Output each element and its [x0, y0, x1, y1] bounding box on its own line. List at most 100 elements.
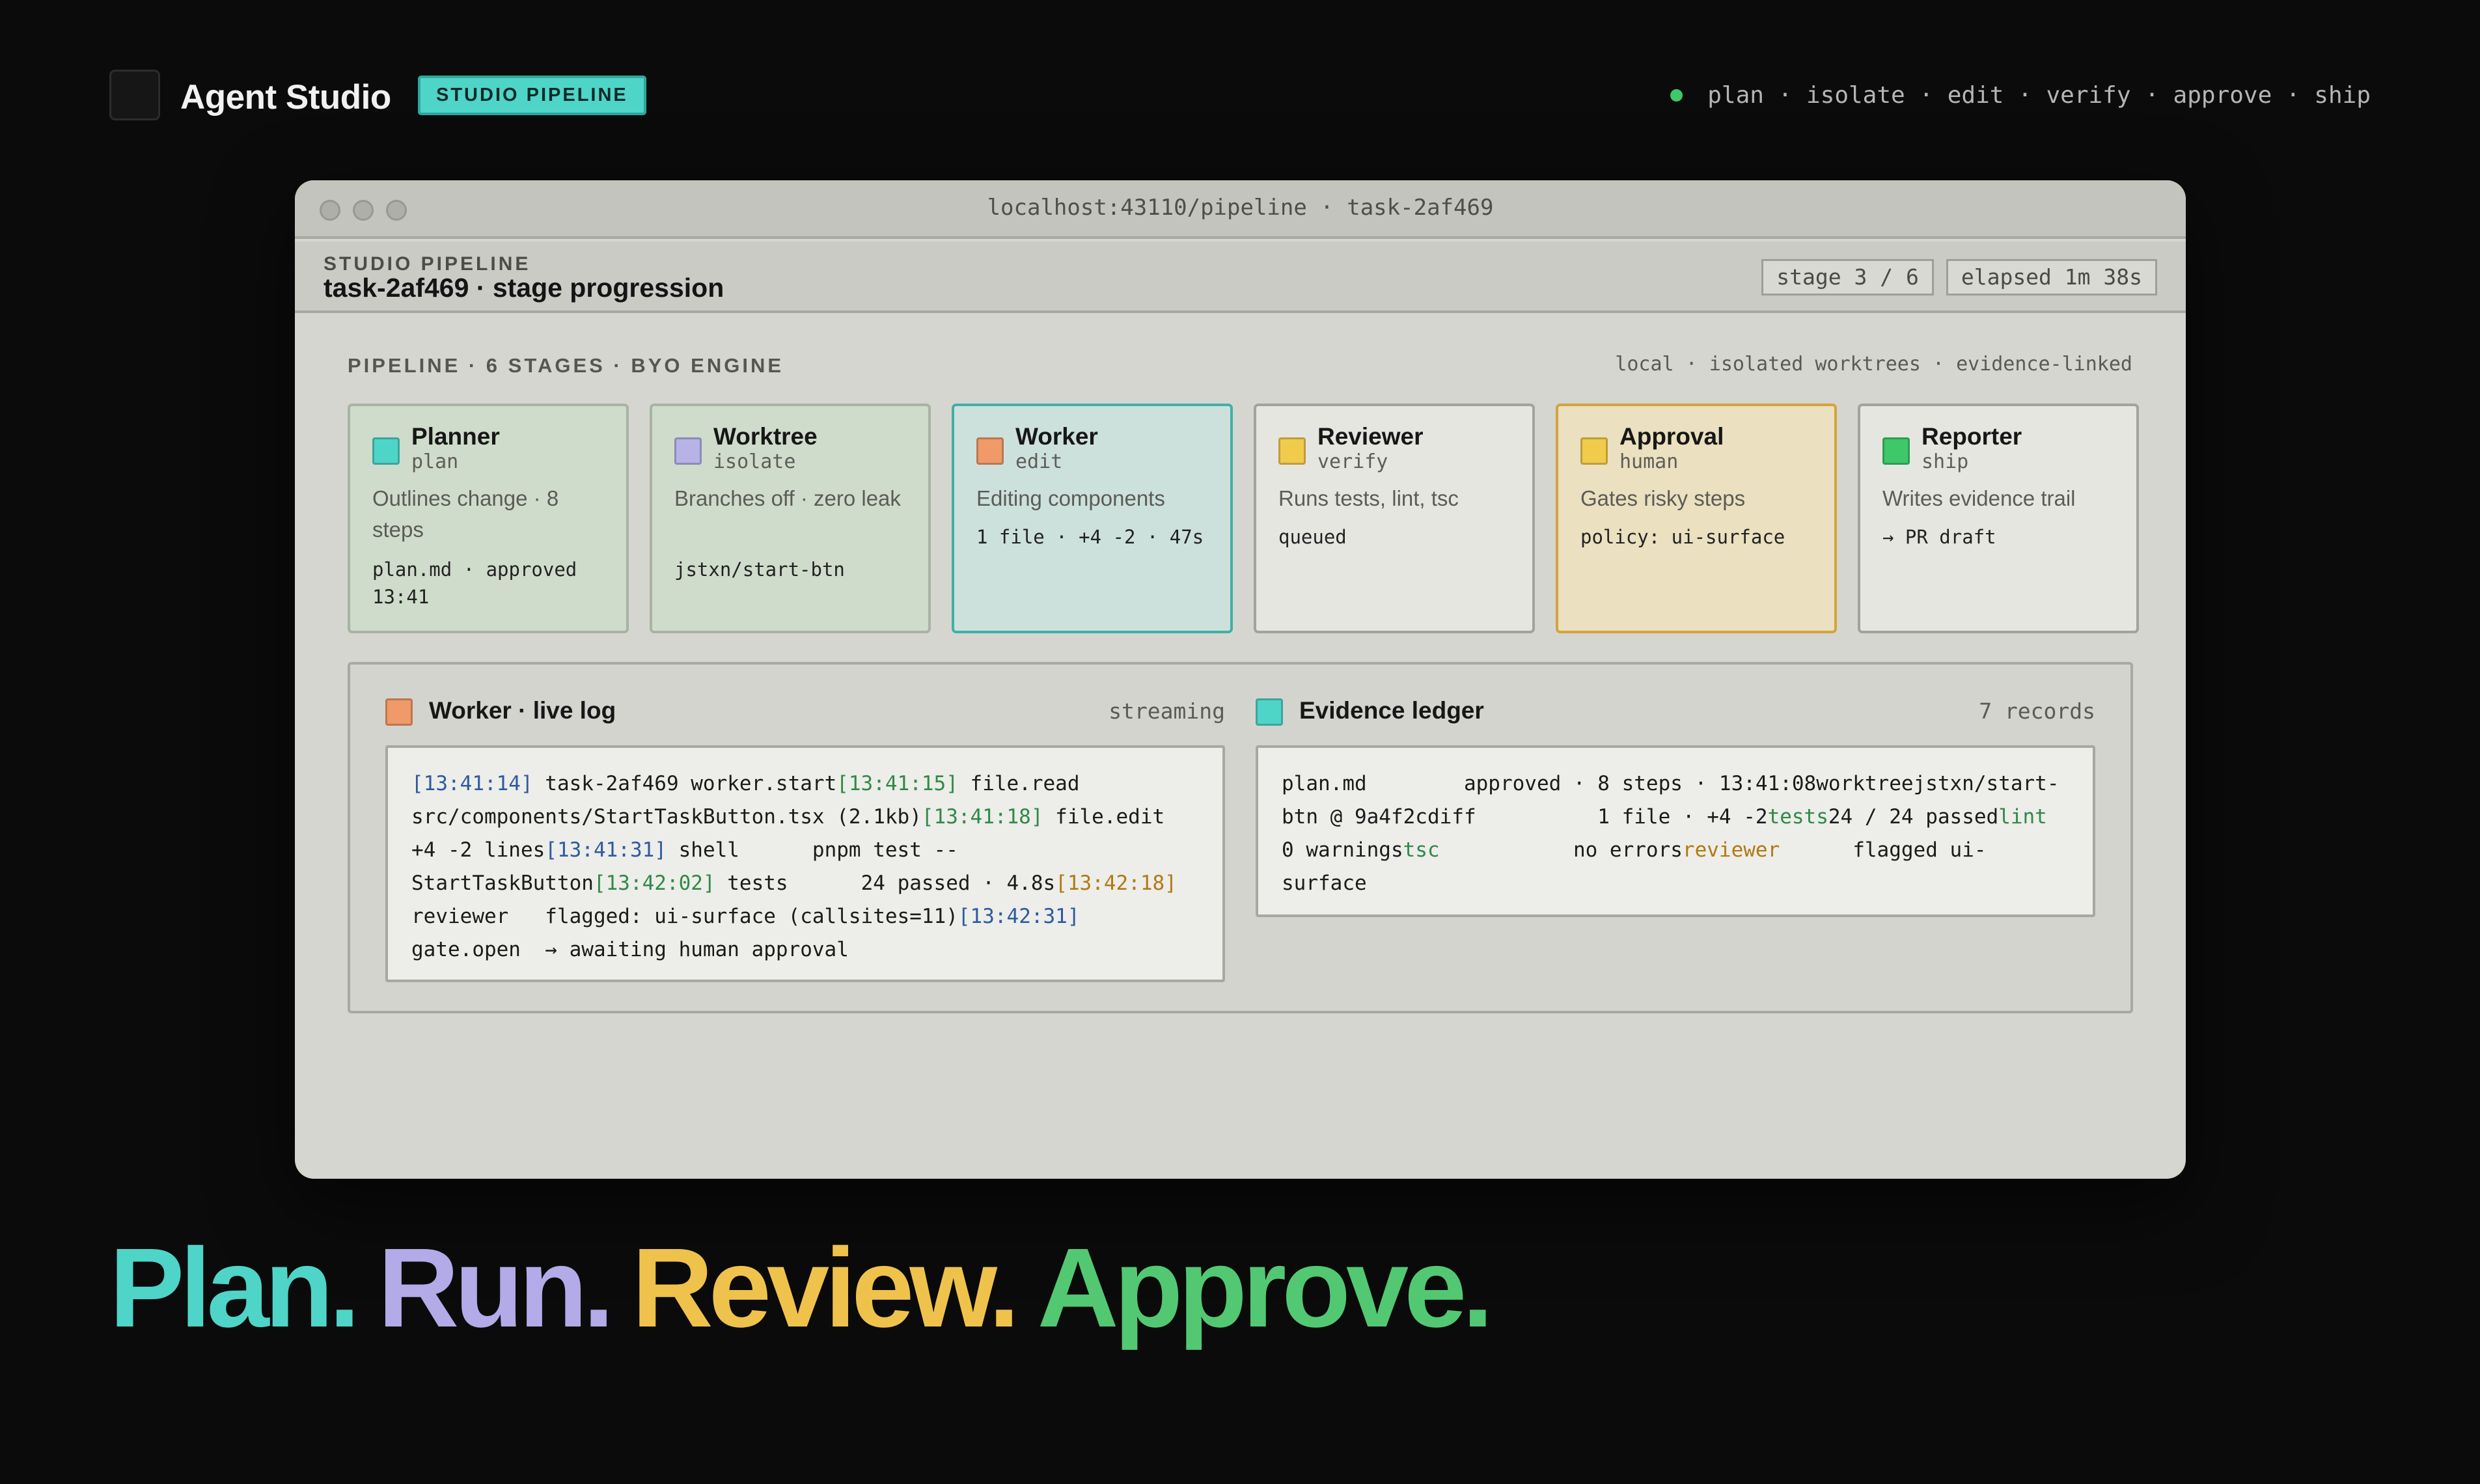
stage-card-reviewer[interactable]: Reviewer verify Runs tests, lint, tsc qu… — [1254, 404, 1535, 633]
brand-badge: STUDIO PIPELINE — [418, 76, 646, 115]
brand-logo-icon — [109, 70, 160, 120]
stage-verb: isolate — [713, 450, 796, 473]
log-time: [13:41:14] — [411, 772, 533, 795]
header-chips: stage 3 / 6 elapsed 1m 38s — [1761, 259, 2157, 295]
ledger-value: 1 file · +4 -2 — [1476, 805, 1768, 829]
url-bar[interactable]: localhost:43110/pipeline · task-2af469 — [295, 195, 2186, 221]
brand-name: Agent Studio — [180, 78, 391, 117]
window-titlebar: localhost:43110/pipeline · task-2af469 — [295, 180, 2186, 239]
step-edit[interactable]: edit — [1948, 82, 2004, 109]
stage-desc: Outlines change · 8 steps — [372, 486, 559, 542]
stage-name: Approval — [1619, 423, 1724, 450]
step-separator: · — [1763, 81, 1806, 109]
log-time: [13:42:02] — [593, 872, 715, 895]
stage-verb: ship — [1922, 450, 1969, 473]
stage-verb: verify — [1317, 450, 1388, 473]
header-eyebrow: STUDIO PIPELINE — [324, 253, 531, 275]
log-time: [13:42:18] — [1055, 872, 1177, 895]
stage-verb: plan — [411, 450, 459, 473]
detail-panel: Worker · live log streaming [13:41:14] t… — [348, 662, 2133, 1013]
log-time: [13:42:31] — [958, 905, 1080, 928]
pipeline-meta: local · isolated worktrees · evidence-li… — [1615, 353, 2132, 376]
ledger-key: tests — [1767, 805, 1828, 829]
log-time: [13:41:18] — [921, 805, 1043, 829]
ledger-key: reviewer — [1682, 838, 1780, 862]
live-log[interactable]: [13:41:14] task-2af469 worker.start[13:4… — [385, 745, 1225, 982]
top-bar: Agent Studio STUDIO PIPELINE plan · isol… — [109, 70, 2371, 120]
evidence-ledger[interactable]: plan.md approved · 8 steps · 13:41:08wor… — [1256, 745, 2095, 917]
ledger-key: diff — [1427, 805, 1476, 829]
ledger-value: 24 / 24 passed — [1828, 805, 1999, 829]
step-plan[interactable]: plan — [1707, 82, 1764, 109]
stage-verb: human — [1619, 450, 1679, 473]
ledger-key: plan.md — [1282, 772, 1367, 795]
stage-name: Worker — [1015, 423, 1098, 450]
log-time: [13:41:31] — [545, 838, 667, 862]
step-separator: · — [2004, 81, 2046, 109]
stage-card-worktree[interactable]: Worktree isolate Branches off · zero lea… — [650, 404, 931, 633]
status-dot-icon — [1670, 89, 1683, 102]
evidence-swatch-icon — [1256, 698, 1283, 726]
tagline: Plan. Run. Review. Approve. — [109, 1222, 1511, 1353]
worker-log-swatch-icon — [385, 698, 413, 726]
stage-card-planner[interactable]: Planner plan Outlines change · 8 steps p… — [348, 404, 629, 633]
stage-name: Reviewer — [1317, 423, 1424, 450]
step-isolate[interactable]: isolate — [1806, 82, 1905, 109]
step-nav: plan · isolate · edit · verify · approve… — [1670, 79, 2371, 111]
stage-meta: jstxn/start-btn — [674, 558, 845, 581]
browser-window: localhost:43110/pipeline · task-2af469 S… — [295, 180, 2186, 1179]
planner-swatch-icon — [372, 437, 400, 465]
stage-desc: Branches off · zero leak — [674, 486, 901, 510]
step-separator: · — [1905, 81, 1948, 109]
stage-card-worker[interactable]: Worker edit Editing components 1 file · … — [952, 404, 1233, 633]
tagline-approve: Approve. — [1037, 1224, 1494, 1351]
stage-desc: Gates risky steps — [1580, 486, 1746, 510]
ledger-header: Evidence ledger 7 records — [1256, 691, 2095, 730]
app-header: STUDIO PIPELINE task-2af469 · stage prog… — [295, 241, 2186, 313]
tagline-run: Run. — [378, 1224, 614, 1351]
stage-meta: → PR draft — [1882, 526, 1996, 548]
stage-verb: edit — [1015, 450, 1063, 473]
stage-desc: Editing components — [976, 486, 1165, 510]
stage-name: Worktree — [713, 423, 818, 450]
ledger-key: lint — [1998, 805, 2047, 829]
step-approve[interactable]: approve — [2173, 82, 2272, 109]
stage-meta: queued — [1278, 526, 1347, 548]
ledger-key: worktree — [1816, 772, 1914, 795]
approval-swatch-icon — [1580, 437, 1608, 465]
ledger-count: 7 records — [1979, 698, 2095, 724]
stage-name: Planner — [411, 423, 500, 450]
elapsed-chip: elapsed 1m 38s — [1946, 259, 2157, 295]
log-text: tests 24 passed · 4.8s — [715, 872, 1056, 895]
reporter-swatch-icon — [1882, 437, 1910, 465]
worker-swatch-icon — [976, 437, 1004, 465]
page-title: task-2af469 · stage progression — [324, 273, 724, 303]
worktree-swatch-icon — [674, 437, 702, 465]
stage-list: Planner plan Outlines change · 8 steps p… — [348, 404, 2139, 633]
stage-name: Reporter — [1922, 423, 2022, 450]
log-status: streaming — [1109, 698, 1225, 724]
stage-desc: Writes evidence trail — [1882, 486, 2076, 510]
ledger-title: Evidence ledger — [1299, 697, 1484, 724]
step-ship[interactable]: ship — [2314, 82, 2371, 109]
step-verify[interactable]: verify — [2046, 82, 2130, 109]
stage-meta: plan.md · approved 13:41 — [372, 558, 577, 608]
tagline-review: Review. — [631, 1224, 1020, 1351]
reviewer-swatch-icon — [1278, 437, 1306, 465]
log-header: Worker · live log streaming — [385, 691, 1225, 730]
stage-meta: 1 file · +4 -2 · 47s — [976, 526, 1204, 548]
stage-chip: stage 3 / 6 — [1761, 259, 1934, 295]
ledger-value: approved · 8 steps · 13:41:08 — [1366, 772, 1817, 795]
pipeline-label: PIPELINE · 6 STAGES · BYO ENGINE — [348, 354, 784, 377]
stage-card-approval[interactable]: Approval human Gates risky steps policy:… — [1556, 404, 1837, 633]
log-title: Worker · live log — [429, 697, 616, 724]
stage-meta: policy: ui-surface — [1580, 526, 1785, 548]
stage-card-reporter[interactable]: Reporter ship Writes evidence trail → PR… — [1858, 404, 2139, 633]
step-separator: · — [2130, 81, 2173, 109]
tagline-plan: Plan. — [109, 1224, 360, 1351]
ledger-value: no errors — [1439, 838, 1683, 862]
ledger-key: tsc — [1403, 838, 1440, 862]
stage-desc: Runs tests, lint, tsc — [1278, 486, 1459, 510]
log-time: [13:41:15] — [836, 772, 958, 795]
log-text: task-2af469 worker.start — [532, 772, 837, 795]
